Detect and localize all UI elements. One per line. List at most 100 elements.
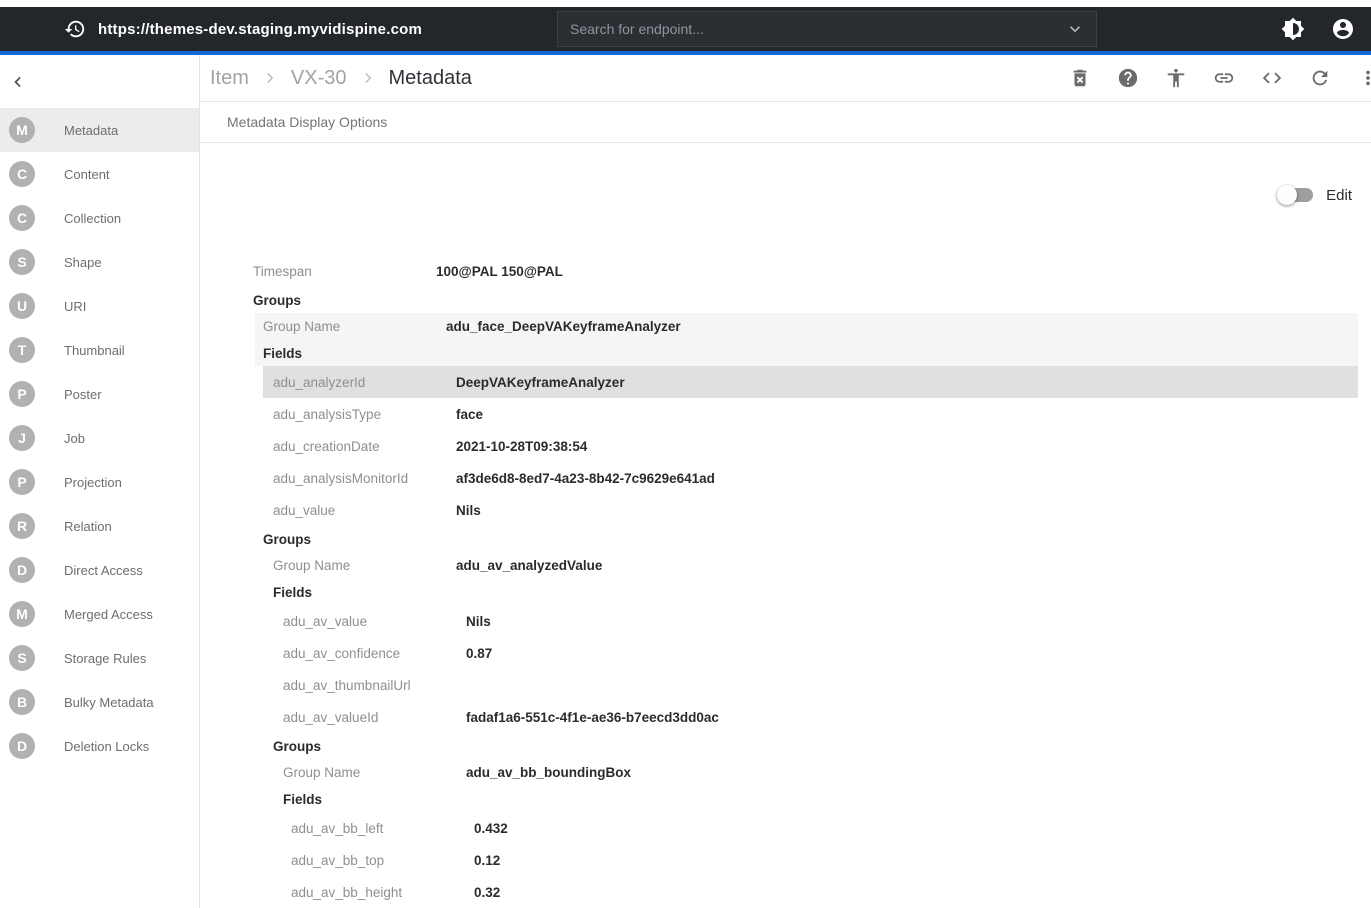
metadata-field-label: adu_analysisType xyxy=(273,407,456,422)
metadata-row[interactable]: Timespan 100@PAL 150@PAL xyxy=(200,255,1371,287)
sidebar-item-uri[interactable]: U URI xyxy=(0,284,199,328)
metadata-row[interactable]: adu_av_bb_top 0.12 xyxy=(200,844,1371,876)
metadata-field-label: adu_av_thumbnailUrl xyxy=(283,678,466,693)
sidebar-item-merged-access[interactable]: M Merged Access xyxy=(0,592,199,636)
sidebar-item-content[interactable]: C Content xyxy=(0,152,199,196)
sidebar-item-label: Content xyxy=(64,167,110,182)
sidebar-item-avatar: S xyxy=(9,249,35,275)
theme-brightness-icon[interactable] xyxy=(1281,17,1305,41)
metadata-field-label: Group Name xyxy=(263,319,446,334)
metadata-row[interactable]: adu_analysisMonitorId af3de6d8-8ed7-4a23… xyxy=(200,462,1371,494)
metadata-field-value: adu_av_bb_boundingBox xyxy=(466,765,631,780)
sidebar-item-metadata[interactable]: M Metadata xyxy=(0,108,199,152)
sidebar-item-label: Thumbnail xyxy=(64,343,125,358)
metadata-row[interactable]: adu_av_value Nils xyxy=(200,605,1371,637)
sidebar-item-avatar: R xyxy=(9,513,35,539)
metadata-heading: Fields xyxy=(283,792,322,807)
sidebar-item-bulky-metadata[interactable]: B Bulky Metadata xyxy=(0,680,199,724)
sidebar-item-storage-rules[interactable]: S Storage Rules xyxy=(0,636,199,680)
metadata-row[interactable]: adu_av_valueId fadaf1a6-551c-4f1e-ae36-b… xyxy=(200,701,1371,733)
sidebar-item-avatar: D xyxy=(9,733,35,759)
refresh-icon[interactable] xyxy=(1309,67,1331,89)
search-placeholder: Search for endpoint... xyxy=(570,21,1066,37)
sidebar-item-avatar: B xyxy=(9,689,35,715)
history-icon[interactable] xyxy=(64,18,86,40)
sidebar-item-relation[interactable]: R Relation xyxy=(0,504,199,548)
metadata-heading: Groups xyxy=(273,739,321,754)
section-title[interactable]: Metadata Display Options xyxy=(227,114,387,130)
top-white-strip xyxy=(0,0,1371,7)
metadata-field-value: adu_av_analyzedValue xyxy=(456,558,602,573)
menu-icon[interactable] xyxy=(14,20,40,39)
sidebar-item-avatar: P xyxy=(9,381,35,407)
sidebar-item-label: Poster xyxy=(64,387,102,402)
metadata-row[interactable]: Group Name adu_face_DeepVAKeyframeAnalyz… xyxy=(255,313,1358,340)
sidebar-item-label: Deletion Locks xyxy=(64,739,149,754)
metadata-row[interactable]: adu_analysisType face xyxy=(200,398,1371,430)
metadata-field-value: DeepVAKeyframeAnalyzer xyxy=(456,375,625,390)
breadcrumb: Item VX-30 Metadata xyxy=(200,55,1371,102)
sidebar-item-avatar: D xyxy=(9,557,35,583)
metadata-heading: Groups xyxy=(263,532,311,547)
sidebar-item-avatar: S xyxy=(9,645,35,671)
metadata-row[interactable]: Group Name adu_av_bb_boundingBox xyxy=(200,759,1371,786)
metadata-field-value: 0.87 xyxy=(466,646,492,661)
metadata-heading-row: Fields xyxy=(200,786,1371,812)
metadata-row[interactable]: adu_value Nils xyxy=(200,494,1371,526)
sidebar-item-poster[interactable]: P Poster xyxy=(0,372,199,416)
metadata-row[interactable]: adu_av_bb_height 0.32 xyxy=(200,876,1371,908)
sidebar-item-label: Collection xyxy=(64,211,121,226)
sidebar-item-projection[interactable]: P Projection xyxy=(0,460,199,504)
metadata-heading: Fields xyxy=(263,346,302,361)
main-panel: Item VX-30 Metadata xyxy=(200,55,1371,908)
sidebar-item-shape[interactable]: S Shape xyxy=(0,240,199,284)
sidebar-item-avatar: C xyxy=(9,205,35,231)
metadata-field-label: Group Name xyxy=(283,765,466,780)
topbar-right-actions xyxy=(1281,17,1371,41)
metadata-field-value: af3de6d8-8ed7-4a23-8b42-7c9629e641ad xyxy=(456,471,715,486)
kebab-menu-icon[interactable] xyxy=(1357,67,1371,89)
metadata-field-label: Group Name xyxy=(273,558,456,573)
metadata-heading-row: Fields xyxy=(255,340,1358,366)
sidebar-item-label: Storage Rules xyxy=(64,651,146,666)
chevron-down-icon[interactable] xyxy=(1066,20,1084,38)
metadata-field-value: 0.12 xyxy=(474,853,500,868)
metadata-field-label: adu_analysisMonitorId xyxy=(273,471,456,486)
account-icon[interactable] xyxy=(1331,17,1355,41)
metadata-row[interactable]: Group Name adu_av_analyzedValue xyxy=(200,552,1371,579)
sidebar-item-job[interactable]: J Job xyxy=(0,416,199,460)
accessibility-icon[interactable] xyxy=(1165,67,1187,89)
link-icon[interactable] xyxy=(1213,67,1235,89)
edit-toggle[interactable] xyxy=(1277,185,1313,205)
sidebar-item-label: Shape xyxy=(64,255,102,270)
sidebar-item-deletion-locks[interactable]: D Deletion Locks xyxy=(0,724,199,768)
code-icon[interactable] xyxy=(1261,67,1283,89)
metadata-row[interactable]: adu_av_confidence 0.87 xyxy=(200,637,1371,669)
metadata-row[interactable]: adu_av_thumbnailUrl xyxy=(200,669,1371,701)
metadata-heading-row: Groups xyxy=(200,526,1371,552)
app-screen: https://themes-dev.staging.myvidispine.c… xyxy=(0,0,1371,908)
endpoint-search-input[interactable]: Search for endpoint... xyxy=(557,11,1097,47)
metadata-field-value: Nils xyxy=(456,503,481,518)
metadata-field-label: adu_av_bb_height xyxy=(291,885,474,900)
sidebar-item-avatar: T xyxy=(9,337,35,363)
metadata-heading: Groups xyxy=(253,293,301,308)
metadata-field-value: Nils xyxy=(466,614,491,629)
breadcrumb-item[interactable]: VX-30 xyxy=(291,67,347,90)
sidebar-item-thumbnail[interactable]: T Thumbnail xyxy=(0,328,199,372)
metadata-row[interactable]: adu_analyzerId DeepVAKeyframeAnalyzer xyxy=(263,366,1358,398)
sidebar-item-direct-access[interactable]: D Direct Access xyxy=(0,548,199,592)
help-icon[interactable] xyxy=(1117,67,1139,89)
delete-forever-icon[interactable] xyxy=(1069,67,1091,89)
sidebar-collapse-icon[interactable] xyxy=(6,70,30,94)
sidebar-item-avatar: C xyxy=(9,161,35,187)
metadata-row[interactable]: adu_av_bb_left 0.432 xyxy=(200,812,1371,844)
section-bar: Metadata Display Options xyxy=(200,102,1371,143)
metadata-field-label: adu_creationDate xyxy=(273,439,456,454)
metadata-heading-row: Groups xyxy=(200,287,1371,313)
metadata-row[interactable]: adu_creationDate 2021-10-28T09:38:54 xyxy=(200,430,1371,462)
sidebar-item-avatar: M xyxy=(9,117,35,143)
breadcrumb-item[interactable]: Item xyxy=(210,67,249,90)
sidebar-item-avatar: M xyxy=(9,601,35,627)
sidebar-item-collection[interactable]: C Collection xyxy=(0,196,199,240)
